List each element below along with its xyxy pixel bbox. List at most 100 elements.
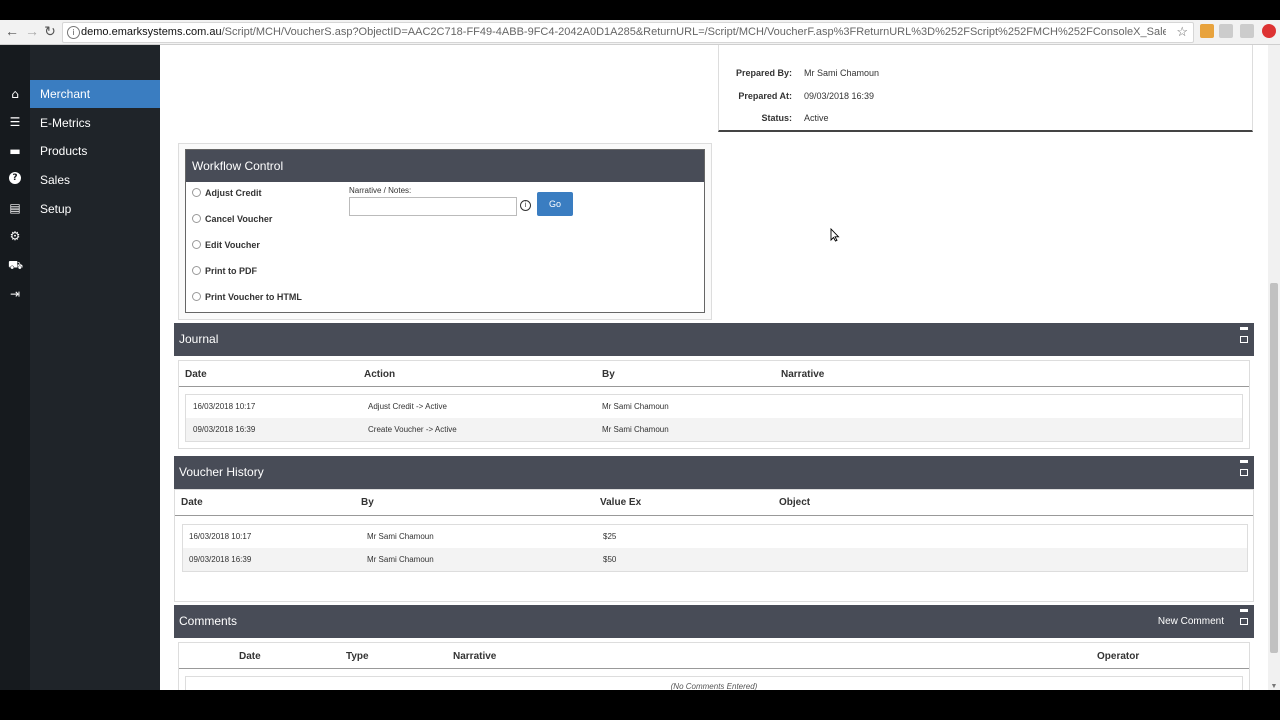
new-comment-button[interactable]: New Comment [1158,605,1224,638]
option-edit-voucher[interactable]: Edit Voucher [192,240,260,254]
collapse-icon[interactable] [1240,460,1248,476]
option-print-to-pdf[interactable]: Print to PDF [192,266,257,280]
journal-rows: 16/03/2018 10:17 Adjust Credit -> Active… [185,394,1243,442]
briefcase-icon[interactable]: ▬ [8,144,22,158]
workflow-control-container: Workflow Control Adjust Credit Cancel Vo… [178,143,712,320]
journal-title: Journal [179,332,219,346]
radio-button[interactable] [192,188,201,197]
url-path: /Script/MCH/VoucherS.asp?ObjectID=AAC2C7… [221,26,1166,38]
voucher-summary-panel: Prepared By: Mr Sami Chamoun Prepared At… [718,45,1253,132]
list-icon[interactable]: ☰ [8,115,22,129]
sidebar: ⌂ ☰ ▬ ? ▤ ⚙ ⛟ ⇥ Merchant E-Metrics Produ… [0,45,160,690]
table-row[interactable]: 16/03/2018 10:17 Mr Sami Chamoun $25 [183,525,1247,548]
cart-icon[interactable]: ⛟ [8,258,23,272]
divider [179,386,1249,387]
divider [179,668,1249,669]
option-label: Print Voucher to HTML [205,292,302,302]
column-header-date: Date [185,369,207,380]
sidebar-item-sales[interactable]: Sales [30,166,160,194]
cell-by: Mr Sami Chamoun [602,402,669,411]
comments-title: Comments [179,614,238,628]
voucher-history-title: Voucher History [179,465,264,479]
column-header-by: By [361,497,374,508]
url-host: demo.emarksystems.com.au [81,26,222,38]
browser-toolbar: ← → ↻ i demo.emarksystems.com.au/Script/… [0,20,1280,45]
cell-date: 09/03/2018 16:39 [193,425,256,434]
divider [175,515,1253,516]
column-header-action: Action [364,369,396,380]
prepared-by-label: Prepared By: [735,68,792,78]
journal-header: Journal [174,323,1254,356]
book-icon[interactable]: ▤ [8,201,22,215]
column-header-narrative: Narrative [781,369,825,380]
prepared-by-row: Prepared By: Mr Sami Chamoun [719,68,1252,82]
table-row[interactable]: 09/03/2018 16:39 Mr Sami Chamoun $50 [183,548,1247,571]
table-row[interactable]: 16/03/2018 10:17 Adjust Credit -> Active… [186,395,1242,418]
extension-icon[interactable] [1240,24,1254,38]
status-label: Status: [761,113,792,123]
extension-icon[interactable] [1200,24,1214,38]
radio-button[interactable] [192,292,201,301]
go-button[interactable]: Go [537,192,573,216]
cell-date: 09/03/2018 16:39 [189,555,252,564]
scroll-down-arrow-icon[interactable]: ▼ [1270,683,1278,690]
sidebar-item-emetrics[interactable]: E-Metrics [30,109,160,137]
cell-date: 16/03/2018 10:17 [189,532,252,541]
gear-icon[interactable]: ⚙ [8,229,22,243]
prepared-by-value: Mr Sami Chamoun [804,68,880,78]
comments-rows: (No Comments Entered) [185,676,1243,690]
reload-icon[interactable]: ↻ [42,23,58,39]
site-info-icon[interactable]: i [67,26,80,39]
prepared-at-value: 09/03/2018 16:39 [804,91,875,101]
workflow-control-panel: Workflow Control Adjust Credit Cancel Vo… [185,149,705,313]
taskbar [0,690,1280,720]
radio-button[interactable] [192,214,201,223]
cell-by: Mr Sami Chamoun [367,555,434,564]
back-arrow-icon[interactable]: ← [4,23,20,39]
option-label: Print to PDF [205,266,257,276]
option-label: Adjust Credit [205,188,262,198]
voucher-history-rows: 16/03/2018 10:17 Mr Sami Chamoun $25 09/… [182,524,1248,572]
journal-table: Date Action By Narrative 16/03/2018 10:1… [178,360,1250,449]
radio-button[interactable] [192,240,201,249]
voucher-history-header: Voucher History [174,456,1254,489]
browser-tab-strip [0,0,1280,20]
column-header-value-ex: Value Ex [600,497,642,508]
column-header-object: Object [779,497,811,508]
forward-arrow-icon[interactable]: → [24,23,40,39]
comments-section: Comments New Comment Date Type Narrative… [174,605,1254,690]
narrative-notes-input[interactable] [349,197,517,216]
cell-by: Mr Sami Chamoun [602,425,669,434]
scrollbar-thumb[interactable] [1270,283,1278,653]
logout-icon[interactable]: ⇥ [8,287,22,301]
cell-date: 16/03/2018 10:17 [193,402,256,411]
voucher-history-table: Date By Value Ex Object 16/03/2018 10:17… [174,489,1254,602]
info-icon[interactable]: i [520,200,531,211]
prepared-at-row: Prepared At: 09/03/2018 16:39 [719,91,1252,105]
sidebar-item-setup[interactable]: Setup [30,195,160,223]
option-print-voucher-html[interactable]: Print Voucher to HTML [192,292,302,306]
radio-button[interactable] [192,266,201,275]
sidebar-icon-rail: ⌂ ☰ ▬ ? ▤ ⚙ ⛟ ⇥ [0,45,30,690]
page-scrollbar[interactable]: ▼ [1268,45,1280,690]
option-adjust-credit[interactable]: Adjust Credit [192,188,262,202]
option-cancel-voucher[interactable]: Cancel Voucher [192,214,272,228]
question-icon[interactable]: ? [9,172,21,184]
extension-icon[interactable] [1262,24,1276,38]
column-header-date: Date [181,497,203,508]
no-comments-message: (No Comments Entered) [670,682,758,690]
cell-value: $50 [603,555,617,564]
cell-value: $25 [603,532,617,541]
address-bar[interactable]: i demo.emarksystems.com.au/Script/MCH/Vo… [62,22,1194,43]
prepared-at-label: Prepared At: [738,91,792,101]
collapse-icon[interactable] [1240,609,1248,625]
table-row[interactable]: 09/03/2018 16:39 Create Voucher -> Activ… [186,418,1242,441]
collapse-icon[interactable] [1240,327,1248,343]
home-icon[interactable]: ⌂ [8,87,22,101]
mouse-cursor-icon [830,228,840,242]
sidebar-item-merchant[interactable]: Merchant [30,80,160,108]
voucher-history-section: Voucher History Date By Value Ex Object … [174,456,1254,602]
bookmark-star-icon[interactable]: ☆ [1176,24,1188,40]
extension-icon[interactable] [1219,24,1233,38]
sidebar-item-products[interactable]: Products [30,137,160,165]
